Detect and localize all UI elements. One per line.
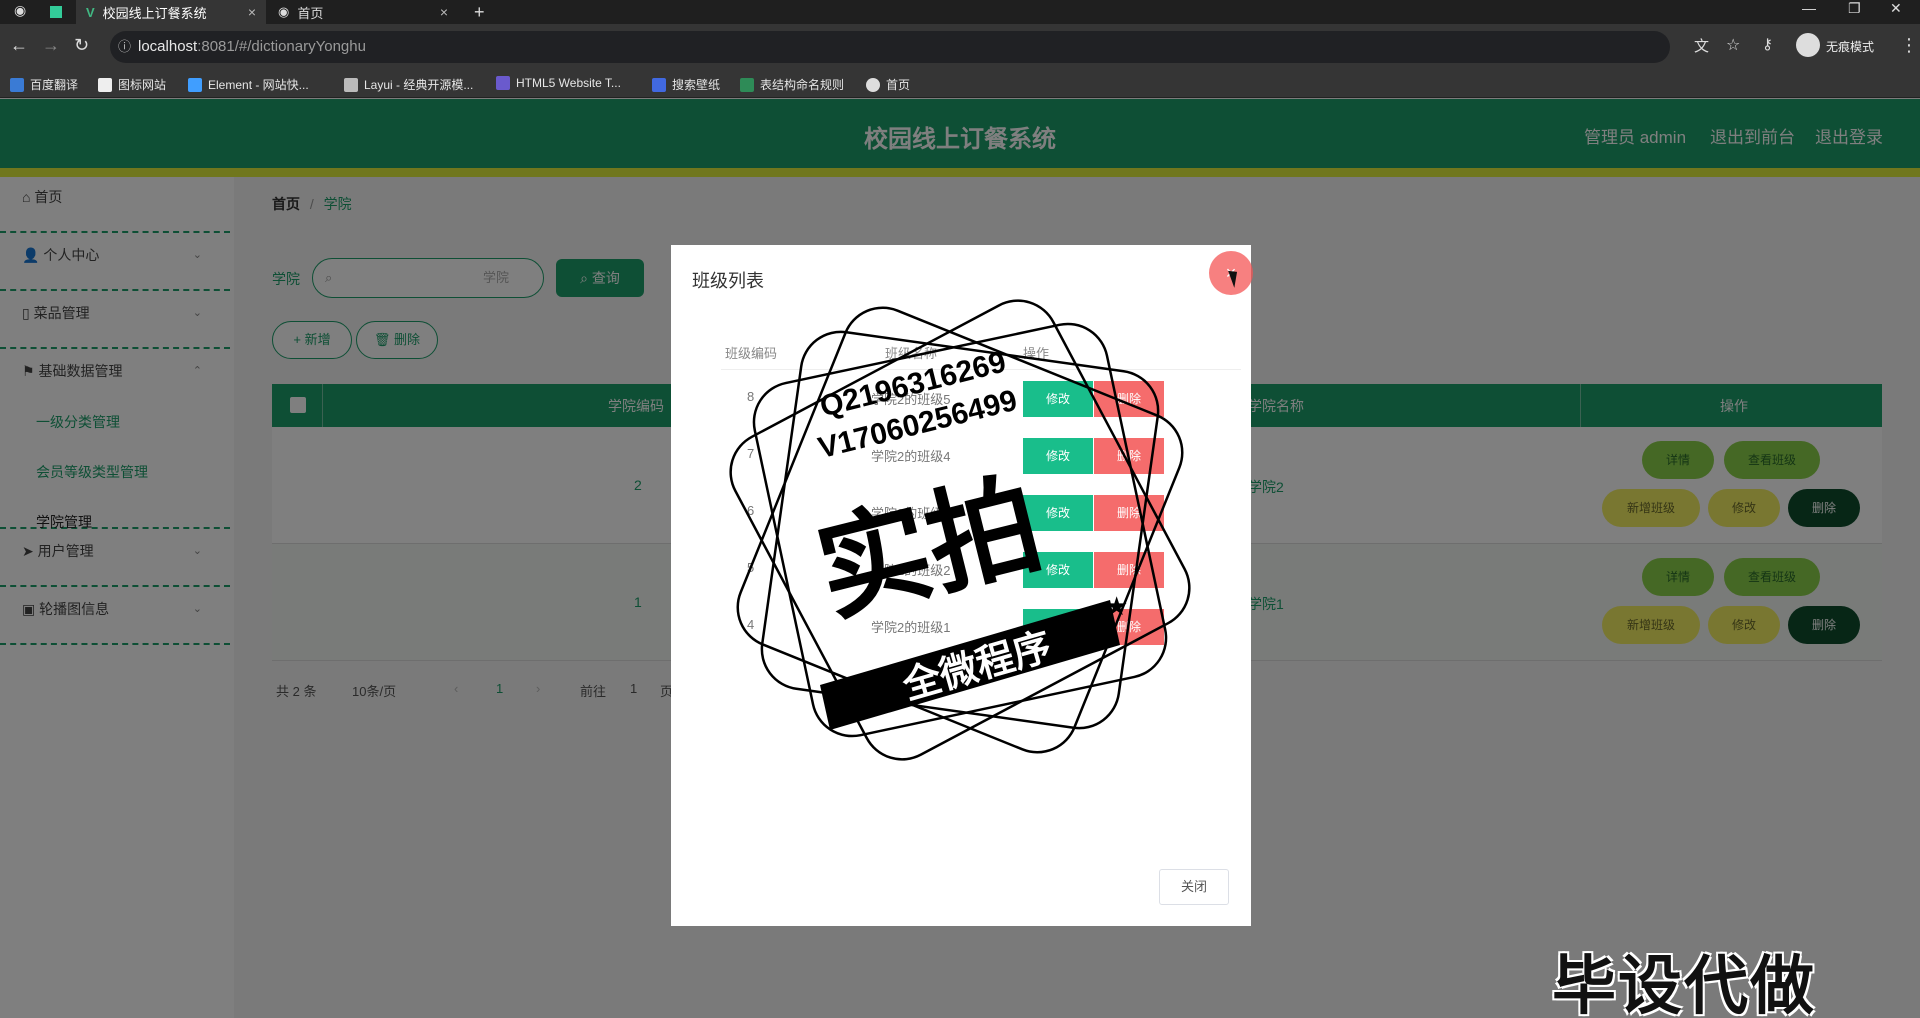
bookmark-item[interactable]: Element - 网站快... [188, 76, 309, 93]
globe-icon [866, 77, 880, 92]
corner-watermark: 毕设代做 [1552, 950, 1816, 1018]
element-icon [188, 77, 202, 92]
new-tab-button[interactable]: + [464, 0, 494, 24]
bookmarks-bar: 百度翻译 图标网站 Element - 网站快... Layui - 经典开源模… [0, 70, 1920, 98]
globe-icon: ◉ [278, 4, 290, 19]
class-name: 学院2的班级2 [871, 563, 951, 578]
list-item: 7 学院2的班级4 修改 删除 [671, 428, 1251, 485]
bookmark-item[interactable]: 首页 [866, 76, 910, 93]
edit-class-button[interactable]: 修改 [1023, 495, 1093, 531]
delete-class-button[interactable]: 删除 [1094, 438, 1164, 474]
divider [721, 369, 1241, 370]
close-tab-icon[interactable]: × [440, 4, 448, 20]
delete-class-button[interactable]: 删除 [1094, 381, 1164, 417]
url-host: localhost [138, 38, 198, 55]
pinned-tab[interactable] [40, 0, 74, 24]
class-code: 7 [747, 446, 755, 461]
translate-icon[interactable]: 文 [1694, 35, 1709, 56]
delete-class-button[interactable]: 删除 [1094, 552, 1164, 588]
bookmark-item[interactable]: HTML5 Website T... [496, 76, 621, 90]
tab-favicon-icon [50, 6, 62, 18]
class-name: 学院2的班级3 [871, 506, 951, 521]
restore-icon[interactable]: ❐ [1848, 0, 1861, 17]
html5-icon [496, 76, 510, 90]
forward-icon[interactable]: → [42, 35, 60, 56]
class-code: 6 [747, 503, 755, 518]
class-name: 学院2的班级4 [871, 449, 951, 464]
edit-class-button[interactable]: 修改 [1023, 381, 1093, 417]
back-icon[interactable]: ← [10, 35, 28, 56]
close-tab-icon[interactable]: × [248, 4, 256, 20]
column-class-actions: 操作 [1023, 346, 1050, 361]
vue-icon: V [86, 4, 95, 20]
tab-label: 校园线上订餐系统 [102, 5, 207, 21]
translate-icon [10, 77, 24, 92]
tab-ordering-system[interactable]: V 校园线上订餐系统 × [76, 0, 266, 24]
reload-icon[interactable]: ↻ [74, 35, 89, 56]
edit-class-button[interactable]: 修改 [1023, 552, 1093, 588]
flag-icon [98, 77, 112, 92]
table-icon [740, 77, 754, 92]
address-bar-row: ← → ↻ ⓘ localhost:8081/#/dictionaryYongh… [0, 24, 1920, 70]
layui-icon [344, 77, 358, 92]
dialog-title: 班级列表 [692, 271, 764, 291]
bookmark-item[interactable]: 百度翻译 [10, 76, 78, 93]
close-dialog-button[interactable]: 关闭 [1159, 869, 1229, 905]
edit-class-button[interactable]: 修改 [1023, 438, 1093, 474]
class-list-dialog: 班级列表 × 班级编码 班级名称 操作 8 学院2的班级5 修改 删除 7 学院… [671, 245, 1253, 926]
class-name: 学院2的班级5 [871, 392, 951, 407]
edit-class-button[interactable]: 修改 [1023, 609, 1093, 645]
list-item: 5 学院2的班级2 修改 删除 [671, 542, 1251, 599]
column-class-code: 班级编码 [725, 346, 778, 361]
incognito-icon [1796, 33, 1820, 57]
bookmark-item[interactable]: Layui - 经典开源模... [344, 76, 473, 93]
class-code: 5 [747, 560, 755, 575]
delete-class-button[interactable]: 删除 [1094, 495, 1164, 531]
url-path: :8081/#/dictionaryYonghu [197, 38, 366, 55]
list-item: 8 学院2的班级5 修改 删除 [671, 371, 1251, 428]
tab-label: 首页 [297, 5, 324, 21]
tab-home[interactable]: ◉ 首页 × [268, 0, 458, 24]
class-code: 8 [747, 389, 755, 404]
key-icon[interactable]: ⚷ [1762, 35, 1773, 53]
column-class-name: 班级名称 [885, 346, 938, 361]
list-item: 4 学院2的班级1 修改 删除 [671, 599, 1251, 656]
window-close-icon[interactable]: ✕ [1890, 0, 1902, 17]
bookmark-item[interactable]: 搜索壁纸 [652, 76, 720, 93]
wallpaper-icon [652, 77, 666, 92]
incognito-label[interactable]: 无痕模式 [1826, 38, 1874, 55]
bookmark-item[interactable]: 表结构命名规则 [740, 76, 844, 93]
list-item: 6 学院2的班级3 修改 删除 [671, 485, 1251, 542]
class-name: 学院2的班级1 [871, 620, 951, 635]
minimize-icon[interactable]: — [1802, 0, 1816, 16]
menu-icon[interactable]: ⋮ [1900, 35, 1918, 56]
info-icon: ⓘ [118, 39, 132, 54]
bookmark-item[interactable]: 图标网站 [98, 76, 166, 93]
class-code: 4 [747, 617, 755, 632]
browser-tab-bar: ◉ V 校园线上订餐系统 × ◉ 首页 × + — ❐ ✕ [0, 0, 1920, 24]
globe-icon[interactable]: ◉ [14, 2, 26, 19]
star-icon[interactable]: ☆ [1726, 35, 1740, 55]
url-field[interactable]: ⓘ localhost:8081/#/dictionaryYonghu [110, 31, 1670, 63]
delete-class-button[interactable]: 删除 [1094, 609, 1164, 645]
